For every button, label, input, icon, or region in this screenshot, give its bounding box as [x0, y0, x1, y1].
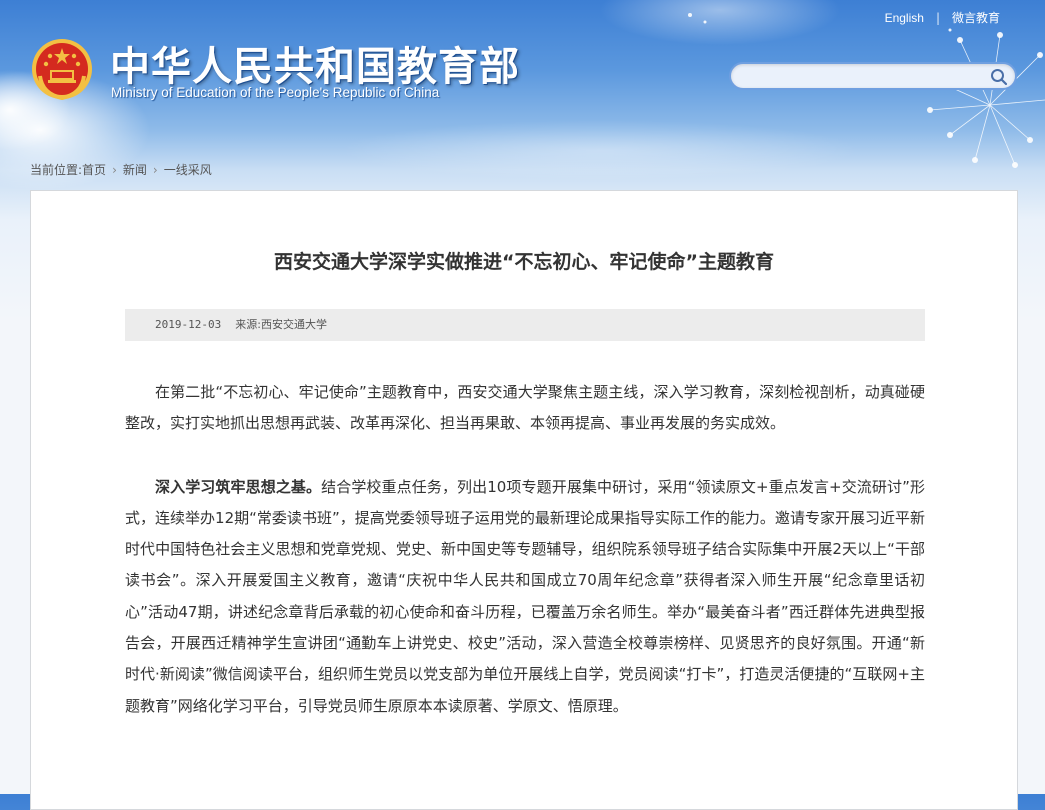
breadcrumb-news-link[interactable]: 新闻 — [123, 163, 147, 177]
breadcrumb-home-link[interactable]: 首页 — [82, 163, 106, 177]
national-emblem-icon[interactable] — [30, 36, 94, 102]
article-card: 西安交通大学深学实做推进“不忘初心、牢记使命”主题教育 2019-12-03 来源… — [30, 190, 1018, 810]
search-icon[interactable] — [989, 67, 1009, 87]
weibo-link[interactable]: 微言教育 — [952, 11, 1000, 25]
article-paragraph: 深入学习筑牢思想之基。结合学校重点任务，列出10项专题开展集中研讨，采用“领读原… — [125, 472, 925, 722]
paragraph-lead: 深入学习筑牢思想之基。 — [155, 477, 322, 496]
article-source: 来源:西安交通大学 — [235, 318, 327, 331]
article-meta-bar: 2019-12-03 来源:西安交通大学 — [125, 309, 925, 341]
article-date: 2019-12-03 — [155, 318, 222, 331]
top-link-separator: | — [935, 11, 940, 25]
chevron-right-icon: › — [152, 163, 158, 177]
top-links: English | 微言教育 — [885, 9, 1000, 26]
breadcrumb: 当前位置:首页 › 新闻 › 一线采风 — [30, 161, 212, 178]
article-title: 西安交通大学深学实做推进“不忘初心、牢记使命”主题教育 — [274, 251, 774, 273]
chevron-right-icon: › — [112, 163, 117, 177]
breadcrumb-prefix: 当前位置: — [30, 163, 83, 177]
article-body: 在第二批“不忘初心、牢记使命”主题教育中，西安交通大学聚焦主题主线，深入学习教育… — [125, 377, 925, 754]
search-box — [729, 62, 1017, 90]
site-header: 中华人民共和国教育部 Ministry of Education of the … — [0, 0, 1045, 160]
site-title[interactable]: 中华人民共和国教育部 — [110, 34, 520, 92]
search-input[interactable] — [743, 68, 987, 88]
english-link[interactable]: English — [885, 11, 924, 25]
site-subtitle: Ministry of Education of the People's Re… — [111, 85, 440, 100]
article-paragraph: 在第二批“不忘初心、牢记使命”主题教育中，西安交通大学聚焦主题主线，深入学习教育… — [125, 383, 925, 433]
paragraph-text: 结合学校重点任务，列出10项专题开展集中研讨，采用“领读原文+重点发言+交流研讨… — [125, 477, 925, 715]
breadcrumb-frontline-link[interactable]: 一线采风 — [164, 163, 212, 177]
